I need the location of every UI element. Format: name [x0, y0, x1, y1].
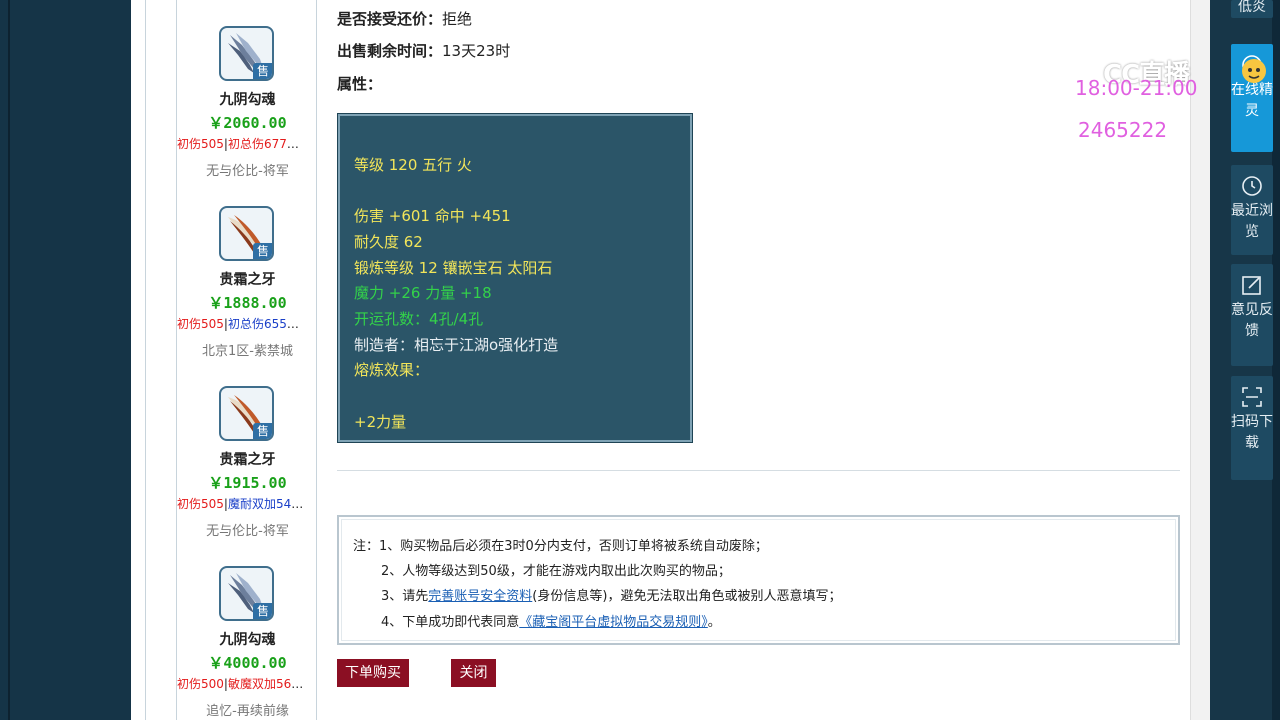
- item-tags: 初伤500|敏魔双加56…: [177, 675, 318, 692]
- toolbar-scan-download[interactable]: 扫码下载: [1231, 376, 1273, 480]
- item-tag: 初伤500: [177, 677, 224, 691]
- item-name[interactable]: 九阴勾魂: [177, 629, 318, 649]
- item-thumbnail[interactable]: 售: [219, 206, 274, 261]
- trade-rules-link[interactable]: 《藏宝阁平台虚拟物品交易规则》: [519, 615, 708, 630]
- note-text: (身份信息等)，避免无法取出角色或被别人恶意填写；: [532, 589, 842, 604]
- remaining-time-value: 13天23时: [442, 42, 511, 60]
- item-price: ￥4000.00: [208, 654, 287, 672]
- item-tags: 初伤505|魔耐双加54…: [177, 495, 318, 512]
- item-list: 售 九阴勾魂 ￥2060.00 初伤505|初总伤677… 无与伦比-将军 售 …: [176, 0, 317, 720]
- item-server: 无与伦比-将军: [206, 164, 289, 179]
- item-tag: 敏魔双加56: [227, 677, 292, 691]
- clock-icon: [1242, 176, 1262, 196]
- item-thumbnail[interactable]: 售: [219, 386, 274, 441]
- item-price: ￥2060.00: [208, 114, 287, 132]
- attr-smelt-value: +2力量: [354, 413, 407, 431]
- attr-holes: 开运孔数：4孔/4孔: [354, 310, 484, 328]
- left-divider: [8, 0, 10, 720]
- remaining-time-row: 出售剩余时间：13天23时: [337, 40, 510, 61]
- attr-damage: 伤害 +601 命中 +451: [354, 207, 511, 225]
- item-tag-more: …: [286, 137, 299, 151]
- page-scrollbar[interactable]: [1190, 0, 1211, 720]
- toolbar-scan-label: 扫码下载: [1231, 414, 1273, 451]
- security-info-link[interactable]: 完善账号安全资料: [428, 589, 532, 604]
- item-tags: 初伤505|初总伤677…: [177, 135, 318, 152]
- item-server: 追忆-再续前缘: [206, 704, 289, 719]
- item-tags: 初伤505|初总伤655…: [177, 315, 318, 332]
- item-tag: 初伤505: [177, 497, 224, 511]
- stream-room-id: 2465222: [1078, 118, 1168, 142]
- section-divider: [337, 470, 1180, 471]
- counter-offer-label: 是否接受还价：: [337, 10, 443, 28]
- item-server: 无与伦比-将军: [206, 524, 289, 539]
- item-price: ￥1915.00: [208, 474, 287, 492]
- item-tag: 初总伤655: [227, 317, 287, 331]
- edit-icon: [1242, 276, 1261, 295]
- sidebar-edge: [1272, 0, 1280, 720]
- note-line-3: 3、请先完善账号安全资料(身份信息等)，避免无法取出角色或被别人恶意填写；: [381, 585, 841, 604]
- sale-badge: 售: [253, 423, 272, 439]
- toolbar-recent-label: 最近浏览: [1231, 203, 1273, 240]
- item-server: 北京1区-紫禁城: [202, 344, 293, 359]
- mascot-icon: [1242, 59, 1266, 83]
- note-text: 4、下单成功即代表同意: [381, 615, 520, 630]
- note-line-1: 注：1、购买物品后必须在3时0分内支付，否则订单将被系统自动废除；: [353, 535, 768, 554]
- sale-badge: 售: [253, 603, 272, 619]
- left-background: [0, 0, 131, 720]
- counter-offer-value: 拒绝: [442, 10, 473, 28]
- remaining-time-label: 出售剩余时间：: [337, 42, 443, 60]
- note-prefix: 注：: [353, 539, 380, 554]
- toolbar-item-partial[interactable]: 低炎: [1231, 0, 1273, 18]
- counter-offer-row: 是否接受还价：拒绝: [337, 8, 472, 29]
- scan-icon: [1242, 387, 1262, 407]
- item-name[interactable]: 贵霜之牙: [177, 449, 318, 469]
- item-name[interactable]: 贵霜之牙: [177, 269, 318, 289]
- note-line-2: 2、人物等级达到50级，才能在游戏内取出此次购买的物品；: [381, 564, 731, 579]
- attributes-label: 属性：: [337, 75, 383, 93]
- note-text: 。: [707, 615, 721, 630]
- item-tag-more: …: [291, 677, 304, 691]
- attr-forge: 锻炼等级 12 镶嵌宝石 太阳石: [354, 259, 553, 277]
- attr-level: 等级 120 五行 火: [354, 156, 472, 174]
- purchase-notes: 注：1、购买物品后必须在3时0分内支付，否则订单将被系统自动废除； 2、人物等级…: [337, 515, 1180, 645]
- sale-badge: 售: [253, 243, 272, 259]
- attr-smelt: 熔炼效果：: [354, 361, 430, 379]
- stream-schedule: 18:00-21:00: [1075, 76, 1198, 100]
- attr-maker: 制造者：相忘于江湖o强化打造: [354, 336, 559, 354]
- attr-durability: 耐久度 62: [354, 233, 423, 251]
- toolbar-recent[interactable]: 最近浏览: [1231, 165, 1273, 255]
- item-name[interactable]: 九阴勾魂: [177, 89, 318, 109]
- sale-badge: 售: [253, 63, 272, 79]
- item-tag: 初总伤677: [227, 137, 287, 151]
- item-thumbnail[interactable]: 售: [219, 26, 274, 81]
- toolbar-feedback-label: 意见反馈: [1231, 302, 1273, 339]
- attr-magic: 魔力 +26 力量 +18: [354, 284, 492, 302]
- attributes-panel: 等级 120 五行 火 伤害 +601 命中 +451 耐久度 62 锻炼等级 …: [337, 113, 693, 443]
- toolbar-partial-label: 低炎: [1238, 0, 1266, 15]
- place-order-button[interactable]: 下单购买: [337, 659, 409, 687]
- item-thumbnail[interactable]: 售: [219, 566, 274, 621]
- item-tag: 魔耐双加54: [227, 497, 292, 511]
- note-text: 3、请先: [381, 589, 429, 604]
- note-text: 1、购买物品后必须在3时0分内支付，否则订单将被系统自动废除；: [379, 539, 768, 554]
- item-price: ￥1888.00: [208, 294, 287, 312]
- item-tag-more: …: [286, 317, 299, 331]
- item-tag: 初伤505: [177, 137, 224, 151]
- item-tag-more: …: [291, 497, 304, 511]
- close-button[interactable]: 关闭: [451, 659, 496, 687]
- note-line-4: 4、下单成功即代表同意《藏宝阁平台虚拟物品交易规则》。: [381, 611, 721, 630]
- attributes-heading: 属性：: [337, 73, 382, 94]
- item-tag: 初伤505: [177, 317, 224, 331]
- toolbar-feedback[interactable]: 意见反馈: [1231, 264, 1273, 366]
